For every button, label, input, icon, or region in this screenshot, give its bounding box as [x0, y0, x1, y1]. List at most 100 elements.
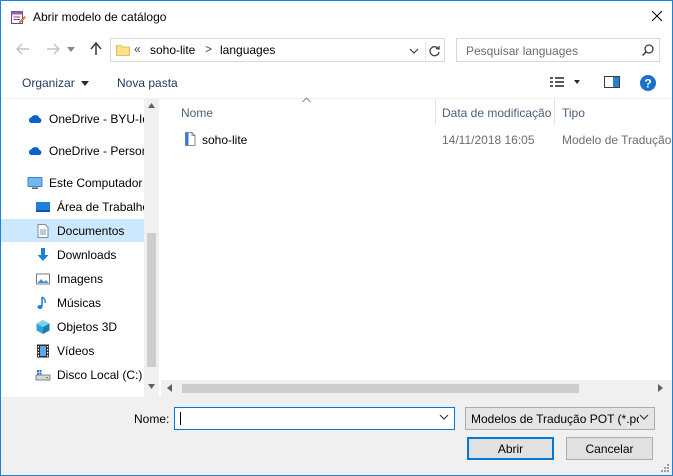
breadcrumb-separator: > [205, 42, 213, 56]
sidebar-item-label: OneDrive - Personal [49, 144, 144, 158]
column-divider[interactable] [435, 99, 436, 125]
address-bar[interactable]: « soho-lite > languages [110, 38, 445, 62]
address-dropdown-icon[interactable] [407, 44, 421, 58]
refresh-icon [429, 45, 440, 56]
file-type-filter-select[interactable]: Modelos de Tradução POT (*.pot) [465, 407, 655, 430]
chevron-down-icon [67, 46, 75, 52]
sidebar-item-desktop[interactable]: Área de Trabalho [1, 195, 144, 218]
sidebar-item-downloads[interactable]: Downloads [1, 243, 144, 266]
open-catalog-template-dialog: Abrir modelo de catálogo « soho-lite > l… [0, 0, 673, 476]
downloads-arrow-icon [37, 248, 49, 261]
text-cursor [180, 412, 181, 425]
pictures-folder-icon [36, 273, 50, 285]
preview-pane-icon [604, 76, 620, 88]
pot-file-icon [185, 132, 196, 146]
sidebar-item-label: Este Computador [49, 176, 143, 190]
search-placeholder: Pesquisar languages [466, 44, 579, 58]
back-button[interactable] [14, 40, 32, 58]
file-name: soho-lite [202, 133, 248, 147]
title-bar: Abrir modelo de catálogo [1, 1, 672, 32]
scroll-left-arrow-icon[interactable] [167, 384, 172, 392]
scroll-down-arrow-icon[interactable] [148, 384, 155, 389]
sidebar-item-this-pc[interactable]: Este Computador [1, 171, 144, 194]
up-button[interactable] [87, 40, 105, 58]
sidebar-item-label: Documentos [57, 224, 125, 238]
recent-locations-button[interactable] [65, 40, 77, 58]
new-folder-button[interactable]: Nova pasta [117, 76, 178, 90]
file-type: Modelo de Tradução POT [562, 133, 673, 147]
sidebar-scroll-thumb[interactable] [147, 233, 156, 367]
file-list: Nome Data de modificação Tipo soho-lite … [161, 97, 673, 397]
file-name-input[interactable] [174, 407, 455, 430]
arrow-right-icon [47, 43, 60, 55]
close-icon [652, 11, 662, 21]
documents-folder-icon [37, 224, 49, 238]
help-icon: ? [640, 75, 656, 91]
sidebar-item-documents[interactable]: Documentos [1, 219, 144, 242]
arrow-left-icon [16, 43, 29, 55]
search-icon[interactable] [641, 43, 655, 57]
sidebar-item-label: Disco Local (C:) [57, 368, 143, 382]
scroll-right-arrow-icon[interactable] [658, 384, 663, 392]
scroll-up-arrow-icon[interactable] [148, 103, 155, 108]
sidebar-item-videos[interactable]: Vídeos [1, 339, 144, 362]
forward-button[interactable] [44, 40, 62, 58]
3d-objects-cube-icon [36, 320, 50, 334]
svg-text:?: ? [644, 77, 651, 91]
organize-label: Organizar [22, 76, 75, 90]
search-box[interactable]: Pesquisar languages [456, 38, 660, 62]
music-note-icon [37, 296, 46, 309]
breadcrumb-overflow[interactable]: « [134, 42, 141, 56]
view-details-icon [550, 77, 580, 87]
sidebar-item-pictures[interactable]: Imagens [1, 267, 144, 290]
sidebar-item-local-disk[interactable]: Disco Local (C:) [1, 363, 144, 386]
breadcrumb-soho-lite[interactable]: soho-lite [150, 43, 195, 57]
computer-icon [27, 177, 43, 189]
sidebar-item-3d-objects[interactable]: Objetos 3D [1, 315, 144, 338]
onedrive-cloud-icon [28, 147, 42, 155]
refresh-button[interactable] [425, 42, 443, 60]
close-button[interactable] [642, 1, 672, 31]
arrow-up-icon [90, 42, 102, 55]
dialog-footer: Nome: Modelos de Tradução POT (*.pot) Ab… [1, 397, 672, 475]
open-button[interactable]: Abrir [467, 437, 554, 460]
file-row[interactable]: soho-lite 14/11/2018 16:05 Modelo de Tra… [161, 128, 673, 150]
navigation-bar: « soho-lite > languages Pesquisar langua… [1, 32, 672, 66]
file-type-filter-value: Modelos de Tradução POT (*.pot) [471, 412, 639, 426]
sort-ascending-icon [302, 97, 311, 103]
resize-grip-icon[interactable] [660, 463, 670, 473]
sidebar-item-label: Vídeos [57, 344, 95, 358]
sidebar-item-music[interactable]: Músicas [1, 291, 144, 314]
sidebar-item-onedrive-personal[interactable]: OneDrive - Personal [1, 139, 144, 162]
navigation-pane: OneDrive - BYU-Idaho OneDrive - Personal… [1, 99, 159, 397]
chevron-down-icon [80, 81, 89, 87]
cancel-button[interactable]: Cancelar [566, 437, 653, 460]
onedrive-cloud-icon [28, 115, 42, 123]
sidebar-item-label: Músicas [57, 296, 102, 310]
sidebar-scrollbar[interactable] [144, 99, 158, 397]
change-view-button[interactable] [548, 74, 584, 93]
chevron-down-icon [639, 414, 649, 420]
local-disk-icon [35, 370, 51, 381]
file-date: 14/11/2018 16:05 [442, 133, 535, 147]
sidebar-item-label: Imagens [57, 272, 104, 286]
command-toolbar: Organizar Nova pasta ? [1, 66, 672, 99]
horizontal-scroll-thumb[interactable] [182, 384, 579, 393]
sidebar-item-label: Downloads [57, 248, 117, 262]
sidebar-item-label: Área de Trabalho [57, 200, 144, 214]
poedit-app-icon [11, 11, 26, 24]
chevron-down-icon[interactable] [439, 414, 449, 420]
sidebar-item-label: OneDrive - BYU-Idaho [49, 112, 144, 126]
sidebar-item-onedrive-byu[interactable]: OneDrive - BYU-Idaho [1, 107, 144, 130]
column-divider[interactable] [554, 99, 555, 125]
sidebar-item-label: Objetos 3D [57, 320, 118, 334]
horizontal-scrollbar[interactable] [161, 380, 672, 397]
window-title: Abrir modelo de catálogo [33, 10, 167, 24]
desktop-folder-icon [36, 202, 50, 212]
organize-button[interactable]: Organizar [22, 76, 89, 90]
help-button[interactable]: ? [639, 74, 657, 95]
breadcrumb-languages[interactable]: languages [220, 43, 275, 57]
preview-pane-button[interactable] [603, 74, 621, 93]
videos-film-icon [37, 344, 49, 358]
folder-icon [116, 45, 130, 56]
